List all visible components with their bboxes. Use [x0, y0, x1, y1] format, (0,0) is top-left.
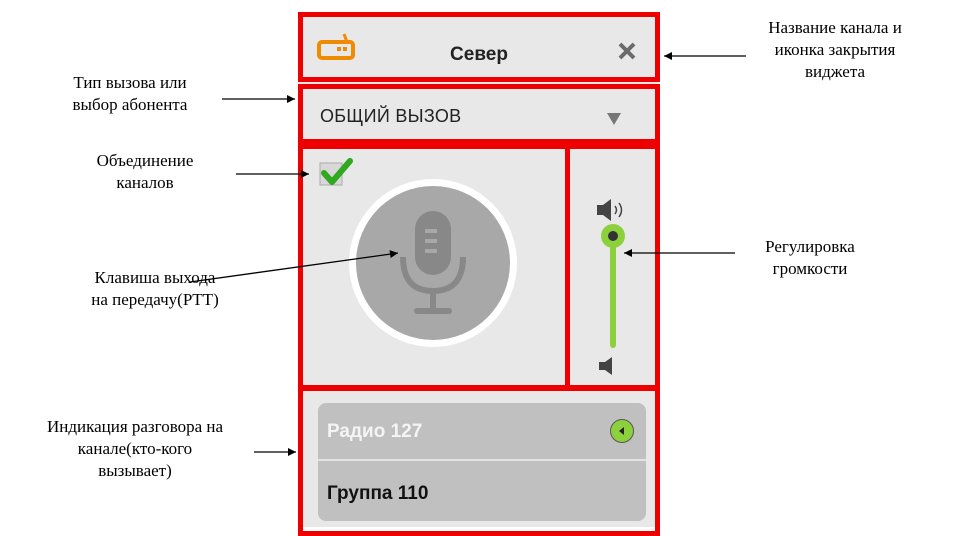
annotation-arrows [189, 52, 746, 456]
arrow-ptt [189, 250, 399, 283]
